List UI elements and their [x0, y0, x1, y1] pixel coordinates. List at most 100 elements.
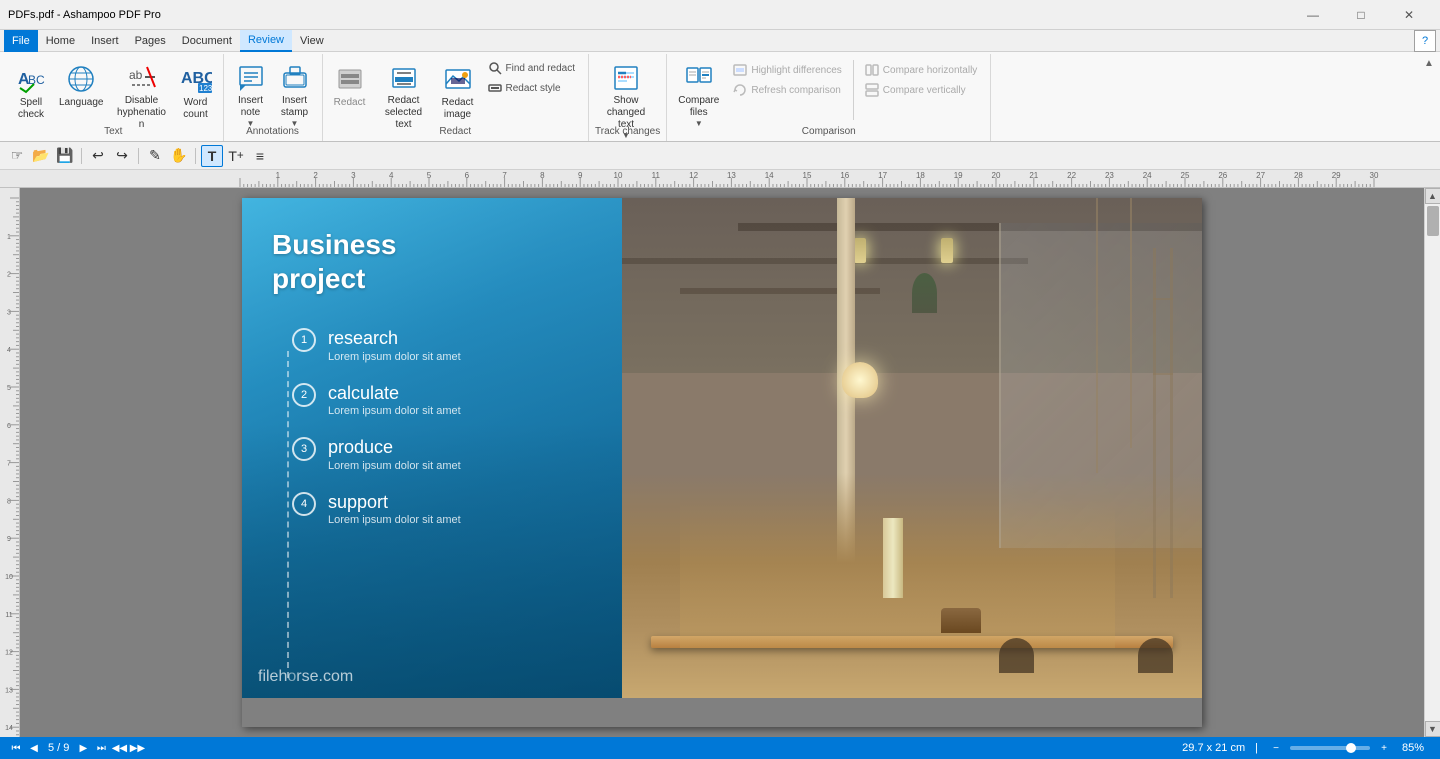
scroll-down-button[interactable]: ▼	[1425, 721, 1440, 737]
menu-pages[interactable]: Pages	[127, 30, 174, 52]
ribbon-group-comparison-content: Comparefiles ▼ Highlight differences Ref…	[673, 56, 984, 124]
menu-review[interactable]: Review	[240, 30, 292, 52]
compare-files-label: Comparefiles	[678, 95, 719, 119]
svg-text:6: 6	[465, 171, 470, 180]
text-size-tool[interactable]: T+	[225, 145, 247, 167]
language-button[interactable]: Language	[54, 56, 109, 124]
compare-files-icon	[683, 63, 715, 93]
insert-stamp-button[interactable]: Insertstamp ▼	[274, 56, 316, 124]
page-container[interactable]: Businessproject 1 research Lorem ipsum d…	[20, 188, 1424, 737]
redact-selected-button[interactable]: Redactselected text	[373, 56, 435, 124]
scroll-up-button[interactable]: ▲	[1425, 188, 1440, 204]
pdf-item-1: 1 research Lorem ipsum dolor sit amet	[292, 328, 461, 363]
pdf-item-3: 3 produce Lorem ipsum dolor sit amet	[292, 437, 461, 472]
svg-text:BC: BC	[28, 73, 45, 87]
redact-button[interactable]: Redact	[329, 56, 371, 124]
word-count-button[interactable]: ABC 123 Wordcount	[175, 56, 217, 124]
watermark: filehorse.com	[258, 668, 353, 686]
text-tool[interactable]: T	[201, 145, 223, 167]
pdf-item-sub-2: Lorem ipsum dolor sit amet	[328, 405, 461, 417]
menu-document[interactable]: Document	[174, 30, 240, 52]
open-file-button[interactable]: 📂	[30, 145, 52, 167]
pdf-right-panel	[622, 198, 1202, 698]
toolbar-sep-3	[195, 148, 196, 164]
disable-hyphenation-button[interactable]: ab Disablehyphenation	[111, 56, 173, 124]
maximize-button[interactable]: □	[1338, 0, 1384, 30]
pdf-page: Businessproject 1 research Lorem ipsum d…	[242, 198, 1202, 698]
ribbon-group-text-label: Text	[10, 124, 217, 139]
redact-style-button[interactable]: Redact style	[481, 78, 583, 98]
svg-text:3: 3	[7, 309, 11, 316]
highlight-differences-label: Highlight differences	[751, 65, 841, 76]
scrollbar-thumb[interactable]	[1427, 206, 1439, 236]
page-shadow: Businessproject 1 research Lorem ipsum d…	[242, 198, 1202, 727]
compare-files-button[interactable]: Comparefiles ▼	[673, 56, 724, 124]
comparison-small-group: Highlight differences Refresh comparison	[726, 56, 848, 100]
zoom-in-button[interactable]: +	[1376, 740, 1392, 756]
zoom-slider[interactable]	[1290, 746, 1370, 750]
language-icon	[65, 63, 97, 95]
refresh-comparison-button[interactable]: Refresh comparison	[726, 80, 848, 100]
scrollbar-track[interactable]	[1425, 204, 1440, 721]
zoom-out-button[interactable]: −	[1268, 740, 1284, 756]
menu-home[interactable]: Home	[38, 30, 83, 52]
minimize-button[interactable]: —	[1290, 0, 1336, 30]
disable-hyphenation-icon: ab	[126, 63, 158, 93]
save-file-button[interactable]: 💾	[54, 145, 76, 167]
pdf-item-title-4: support	[328, 492, 461, 514]
spell-check-label: Spellcheck	[18, 97, 44, 121]
redact-selected-icon	[388, 63, 420, 93]
svg-text:21: 21	[1029, 171, 1038, 180]
redact-image-button[interactable]: Redactimage	[437, 56, 479, 124]
pdf-item-circle-4: 4	[292, 492, 316, 516]
svg-text:9: 9	[7, 536, 11, 543]
titlebar-controls: — □ ✕	[1290, 0, 1432, 30]
highlight-differences-button[interactable]: Highlight differences	[726, 60, 848, 80]
svg-text:12: 12	[5, 650, 13, 657]
pdf-item-2: 2 calculate Lorem ipsum dolor sit amet	[292, 383, 461, 418]
compare-vertically-button[interactable]: Compare vertically	[858, 80, 985, 100]
insert-stamp-icon	[279, 63, 311, 93]
spell-check-button[interactable]: A BC Spellcheck	[10, 56, 52, 124]
ribbon: A BC Spellcheck	[0, 52, 1440, 142]
pdf-item-text-1: research Lorem ipsum dolor sit amet	[328, 328, 461, 363]
ribbon-group-annotations-content: Insertnote ▼ Insertstamp ▼	[230, 56, 316, 124]
svg-text:8: 8	[7, 498, 11, 505]
menu-file[interactable]: File	[4, 30, 38, 52]
redo-button[interactable]: ↪	[111, 145, 133, 167]
insert-note-icon	[235, 63, 267, 93]
menu-view[interactable]: View	[292, 30, 332, 52]
find-redact-button[interactable]: Find and redact	[481, 58, 583, 78]
undo-button[interactable]: ↩	[87, 145, 109, 167]
last-page-button[interactable]: ⏭	[93, 740, 109, 756]
ribbon-group-annotations: Insertnote ▼ Insertstamp ▼ Annotat	[224, 54, 323, 141]
prev-section-button[interactable]: ◀◀	[111, 740, 127, 756]
close-button[interactable]: ✕	[1386, 0, 1432, 30]
next-section-button[interactable]: ▶▶	[129, 740, 145, 756]
first-page-button[interactable]: ⏮	[8, 740, 24, 756]
compare-vertically-label: Compare vertically	[883, 85, 966, 96]
pdf-item-text-4: support Lorem ipsum dolor sit amet	[328, 492, 461, 527]
pdf-item-circle-2: 2	[292, 383, 316, 407]
next-page-button[interactable]: ▶	[75, 740, 91, 756]
pointer-tool[interactable]: ☞	[6, 145, 28, 167]
ribbon-collapse-button[interactable]: ▲	[1422, 54, 1436, 69]
menu-tool[interactable]: ≡	[249, 145, 271, 167]
find-redact-label: Find and redact	[506, 63, 576, 74]
menu-insert[interactable]: Insert	[83, 30, 127, 52]
divider-1: |	[1255, 742, 1258, 754]
insert-stamp-label: Insertstamp	[281, 95, 308, 119]
horizontal-ruler: 1234567891011121314151617181920212223242…	[0, 170, 1440, 188]
prev-page-button[interactable]: ◀	[26, 740, 42, 756]
hand-tool[interactable]: ✋	[168, 145, 190, 167]
refresh-comparison-label: Refresh comparison	[751, 85, 840, 96]
insert-note-button[interactable]: Insertnote ▼	[230, 56, 272, 124]
compare-horizontally-button[interactable]: Compare horizontally	[858, 60, 985, 80]
menubar: File Home Insert Pages Document Review V…	[0, 30, 1440, 52]
pencil-tool[interactable]: ✎	[144, 145, 166, 167]
show-changed-text-button[interactable]: Showchanged text ▼	[595, 56, 657, 124]
pdf-item-circle-3: 3	[292, 437, 316, 461]
help-button[interactable]: ?	[1414, 30, 1436, 52]
zoom-level: 85%	[1402, 742, 1432, 754]
zoom-thumb[interactable]	[1346, 743, 1356, 753]
